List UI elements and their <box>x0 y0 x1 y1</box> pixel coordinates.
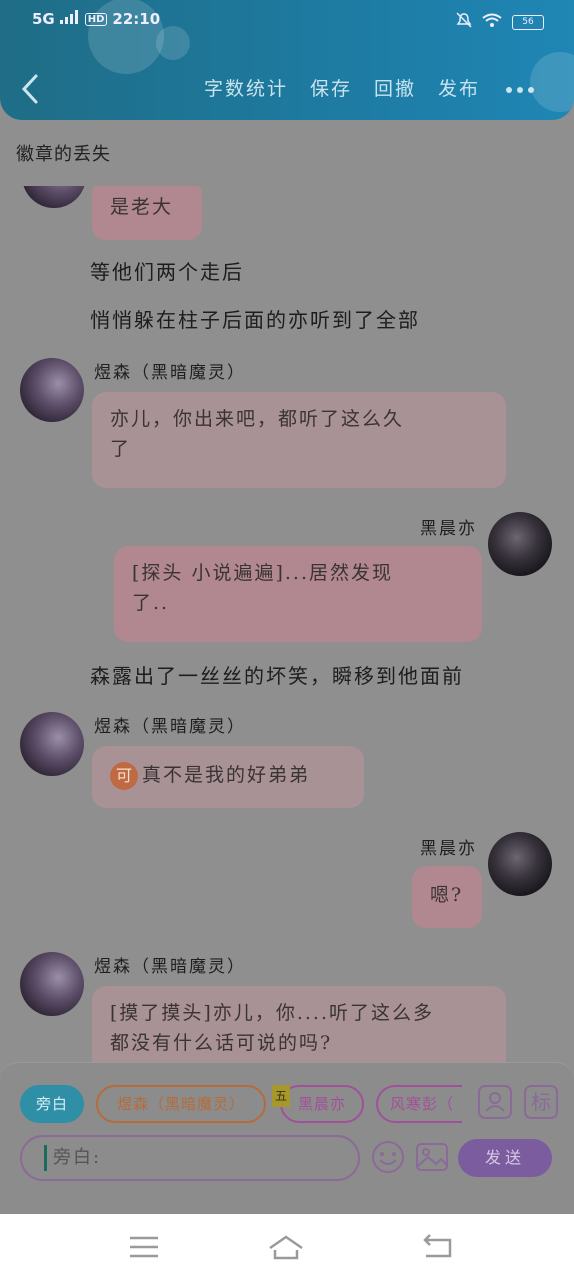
menu-publish[interactable]: 发布 <box>438 74 480 101</box>
back-nav-button[interactable] <box>418 1232 458 1262</box>
sticker-badge: 可 <box>110 762 138 790</box>
network-label: 5G <box>32 10 55 28</box>
narration-text: 悄悄躲在柱子后面的亦听到了全部 <box>90 308 420 332</box>
message-text: 了 <box>110 438 132 460</box>
hd-badge: HD <box>84 12 108 26</box>
status-bar: 5G HD 22:10 56 <box>0 6 574 36</box>
role-chip-narrator[interactable]: 旁白 <box>20 1085 84 1123</box>
sender-name: 煜森（黑暗魔灵） <box>94 717 246 737</box>
text-caret <box>44 1145 47 1171</box>
input-text: 旁白: <box>53 1147 102 1168</box>
sender-name: 煜森（黑暗魔灵） <box>94 363 246 383</box>
more-options-icon[interactable] <box>506 87 534 93</box>
message-text: 了.. <box>132 592 170 614</box>
avatar[interactable] <box>488 512 552 576</box>
avatar[interactable] <box>20 712 84 776</box>
narration-text: 等他们两个走后 <box>90 260 244 284</box>
message-text: 真不是我的好弟弟 <box>142 764 311 786</box>
sender-name: 黑晨亦 <box>420 839 477 859</box>
message-text: [探头 小说遍遍]...居然发现 <box>132 562 393 584</box>
avatar[interactable] <box>20 952 84 1016</box>
role-tag: 五 <box>272 1085 290 1107</box>
image-icon <box>416 1143 448 1171</box>
chat-area[interactable]: 是老大 等他们两个走后 悄悄躲在柱子后面的亦听到了全部 煜森（黑暗魔灵） 亦儿，… <box>0 186 574 1062</box>
home-icon <box>269 1235 303 1260</box>
message-bubble[interactable]: 可真不是我的好弟弟 <box>92 746 364 808</box>
hamburger-icon <box>130 1236 158 1258</box>
avatar[interactable] <box>20 358 84 422</box>
message-text: [摸了摸头]亦儿，你....听了这么多 <box>110 1002 434 1024</box>
menu-save[interactable]: 保存 <box>310 74 352 101</box>
system-nav-bar <box>0 1214 574 1280</box>
role-chip[interactable]: 煜森（黑暗魔灵） <box>96 1085 266 1123</box>
role-chip[interactable]: 黑晨亦 <box>280 1085 364 1123</box>
input-panel: 旁白 煜森（黑暗魔灵） 黑晨亦 五 风寒彭（ 标 旁白: 发送 <box>0 1062 574 1214</box>
message-bubble[interactable]: 嗯? <box>412 866 482 928</box>
message-bubble[interactable]: [摸了摸头]亦儿，你....听了这么多 都没有什么话可说的吗? <box>92 986 506 1062</box>
image-button[interactable] <box>414 1139 450 1175</box>
message-text: 亦儿，你出来吧，都听了这么久 <box>110 408 405 430</box>
mark-button[interactable]: 标 <box>524 1085 558 1119</box>
header-menu: 字数统计 保存 回撤 发布 <box>204 74 480 101</box>
back-button[interactable] <box>18 72 42 106</box>
emoji-icon <box>372 1141 404 1173</box>
narration-text: 森露出了一丝丝的坏笑，瞬移到他面前 <box>90 664 464 688</box>
menu-word-count[interactable]: 字数统计 <box>204 74 288 101</box>
emoji-button[interactable] <box>370 1139 406 1175</box>
battery-icon: 56 <box>512 14 544 30</box>
send-button[interactable]: 发送 <box>458 1139 552 1177</box>
signal-icon <box>59 10 80 28</box>
avatar[interactable] <box>22 186 86 208</box>
mute-bell-icon <box>456 12 472 32</box>
message-bubble[interactable]: 亦儿，你出来吧，都听了这么久 了 <box>92 392 506 488</box>
page-title: 徽章的丢失 <box>16 144 111 165</box>
wifi-icon <box>482 13 502 32</box>
add-role-button[interactable] <box>478 1085 512 1119</box>
menu-nav-button[interactable] <box>124 1232 164 1262</box>
message-bubble[interactable]: [探头 小说遍遍]...居然发现 了.. <box>114 546 482 642</box>
message-text: 都没有什么话可说的吗? <box>110 1032 333 1054</box>
clock: 22:10 <box>112 10 161 28</box>
return-icon <box>423 1234 452 1258</box>
message-text: 是老大 <box>110 196 174 218</box>
avatar[interactable] <box>488 832 552 896</box>
sender-name: 煜森（黑暗魔灵） <box>94 957 246 977</box>
app-header: 5G HD 22:10 56 字数统计 保存 回撤 发布 <box>0 0 574 120</box>
role-chip[interactable]: 风寒彭（ <box>376 1085 462 1123</box>
message-input[interactable]: 旁白: <box>20 1135 360 1181</box>
decor-bubble <box>530 52 574 112</box>
menu-undo[interactable]: 回撤 <box>374 74 416 101</box>
chevron-left-icon <box>21 74 38 104</box>
message-text: 嗯? <box>430 884 464 906</box>
home-nav-button[interactable] <box>266 1232 306 1262</box>
sender-name: 黑晨亦 <box>420 519 477 539</box>
message-bubble[interactable]: 是老大 <box>92 186 202 240</box>
person-icon <box>485 1092 505 1112</box>
